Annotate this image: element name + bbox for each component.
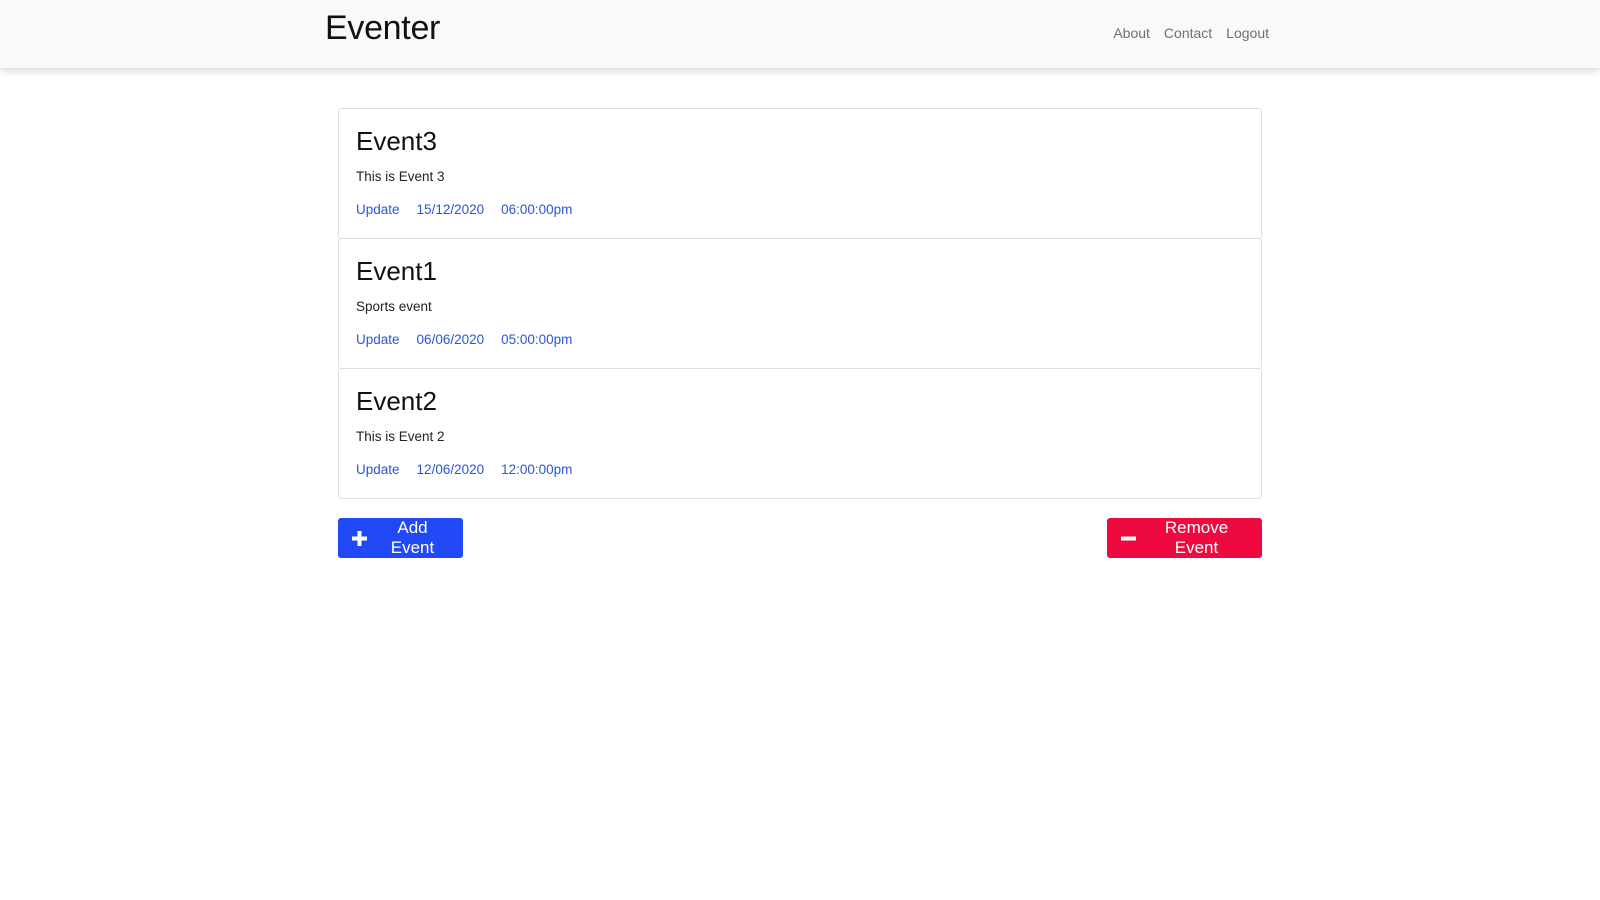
event-card: Event1 Sports event Update 06/06/2020 05…: [338, 238, 1262, 369]
event-title: Event3: [356, 126, 437, 156]
event-meta: Update 06/06/2020 05:00:00pm: [356, 331, 1244, 349]
event-card: Event3 This is Event 3 Update 15/12/2020…: [338, 108, 1262, 239]
nav-link-contact[interactable]: Contact: [1164, 25, 1212, 41]
event-meta: Update 12/06/2020 12:00:00pm: [356, 461, 1244, 479]
brand-logo[interactable]: Eventer: [325, 9, 440, 48]
event-date: 06/06/2020: [416, 332, 485, 347]
event-date: 15/12/2020: [416, 202, 485, 217]
remove-event-label: Remove Event: [1164, 518, 1229, 557]
nav-link-about[interactable]: About: [1113, 25, 1150, 41]
remove-event-button[interactable]: Remove Event: [1107, 518, 1262, 558]
event-time: 05:00:00pm: [501, 332, 573, 347]
add-event-button[interactable]: Add Event: [338, 518, 463, 558]
event-meta: Update 15/12/2020 06:00:00pm: [356, 201, 1244, 219]
event-description: This is Event 2: [356, 429, 445, 444]
update-link[interactable]: Update: [356, 331, 400, 349]
event-title: Event1: [356, 256, 437, 286]
add-event-label: Add Event: [390, 518, 435, 557]
update-link[interactable]: Update: [356, 461, 400, 479]
event-time: 06:00:00pm: [501, 202, 573, 217]
navbar: Eventer About Contact Logout: [0, 0, 1600, 68]
update-link[interactable]: Update: [356, 201, 400, 219]
nav-links: About Contact Logout: [1113, 25, 1269, 41]
event-list: Event3 This is Event 3 Update 15/12/2020…: [338, 108, 1262, 499]
event-time: 12:00:00pm: [501, 462, 573, 477]
event-card: Event2 This is Event 2 Update 12/06/2020…: [338, 368, 1262, 499]
nav-link-logout[interactable]: Logout: [1226, 25, 1269, 41]
event-description: This is Event 3: [356, 169, 445, 184]
event-description: Sports event: [356, 299, 432, 314]
event-date: 12/06/2020: [416, 462, 485, 477]
minus-icon: [1121, 531, 1136, 546]
event-title: Event2: [356, 386, 437, 416]
plus-icon: [352, 530, 367, 546]
